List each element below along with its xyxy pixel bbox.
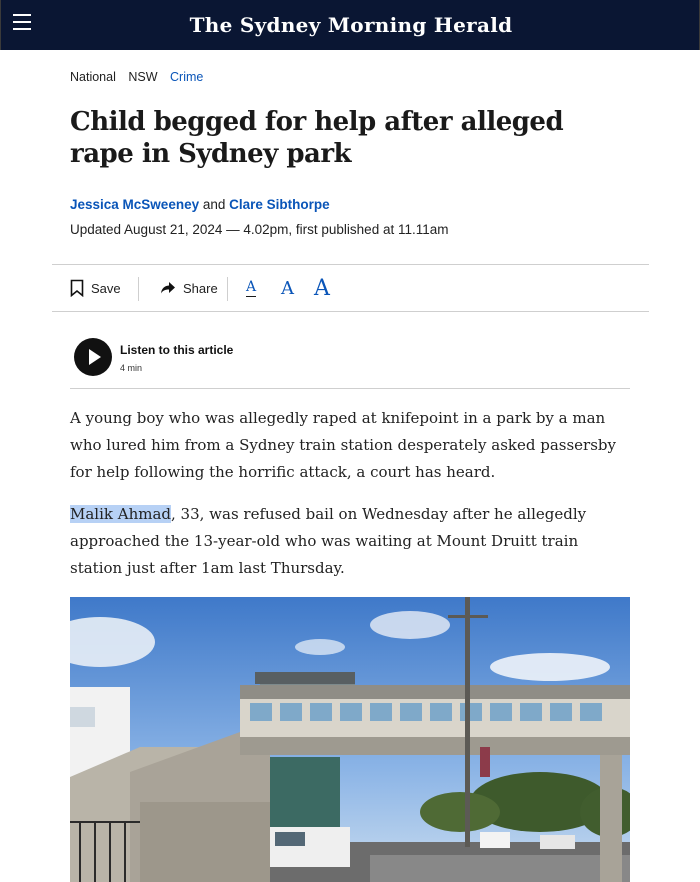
font-size-small-button[interactable]: A — [246, 265, 257, 311]
article-headline: Child begged for help after alleged rape… — [70, 107, 564, 169]
author-link-1[interactable]: Jessica McSweeney — [70, 197, 199, 212]
article-photo — [70, 597, 630, 882]
breadcrumb-nsw[interactable]: NSW — [128, 70, 157, 84]
article-page: National NSW Crime Child begged for help… — [0, 50, 700, 882]
bookmark-icon — [70, 279, 84, 297]
font-size-large-button[interactable]: A — [314, 265, 330, 311]
site-header: The Sydney Morning Herald — [0, 0, 700, 50]
author-link-2[interactable]: Clare Sibthorpe — [229, 197, 330, 212]
byline: Jessica McSweeney and Clare Sibthorpe — [70, 197, 330, 212]
listen-duration: 4 min — [120, 363, 143, 373]
listen-label: Listen to this article — [120, 343, 234, 357]
masthead-logo[interactable]: The Sydney Morning Herald — [1, 0, 700, 50]
article-paragraph: A young boy who was allegedly raped at k… — [70, 409, 616, 481]
highlighted-name: Malik Ahmad — [70, 505, 172, 523]
byline-and: and — [202, 197, 226, 212]
breadcrumb-national[interactable]: National — [70, 70, 116, 84]
play-icon[interactable] — [74, 338, 112, 376]
font-size-medium-button[interactable]: A — [281, 265, 294, 311]
save-button[interactable]: Save — [70, 265, 121, 311]
toolbar-divider — [227, 277, 228, 301]
share-arrow-icon — [161, 282, 175, 294]
published-timestamp: Updated August 21, 2024 — 4.02pm, first … — [70, 222, 449, 237]
article-toolbar: Save Share A A A — [52, 264, 649, 312]
save-label: Save — [91, 280, 121, 296]
audio-player: Listen to this article 4 min — [70, 330, 630, 389]
breadcrumb-crime[interactable]: Crime — [170, 70, 203, 84]
share-label: Share — [183, 280, 218, 296]
share-button[interactable]: Share — [160, 265, 218, 311]
article-paragraph: Malik Ahmad, 33, was refused bail on Wed… — [70, 501, 630, 582]
train-station-photo — [70, 597, 630, 882]
toolbar-divider — [138, 277, 139, 301]
breadcrumb: National NSW Crime — [70, 70, 212, 84]
